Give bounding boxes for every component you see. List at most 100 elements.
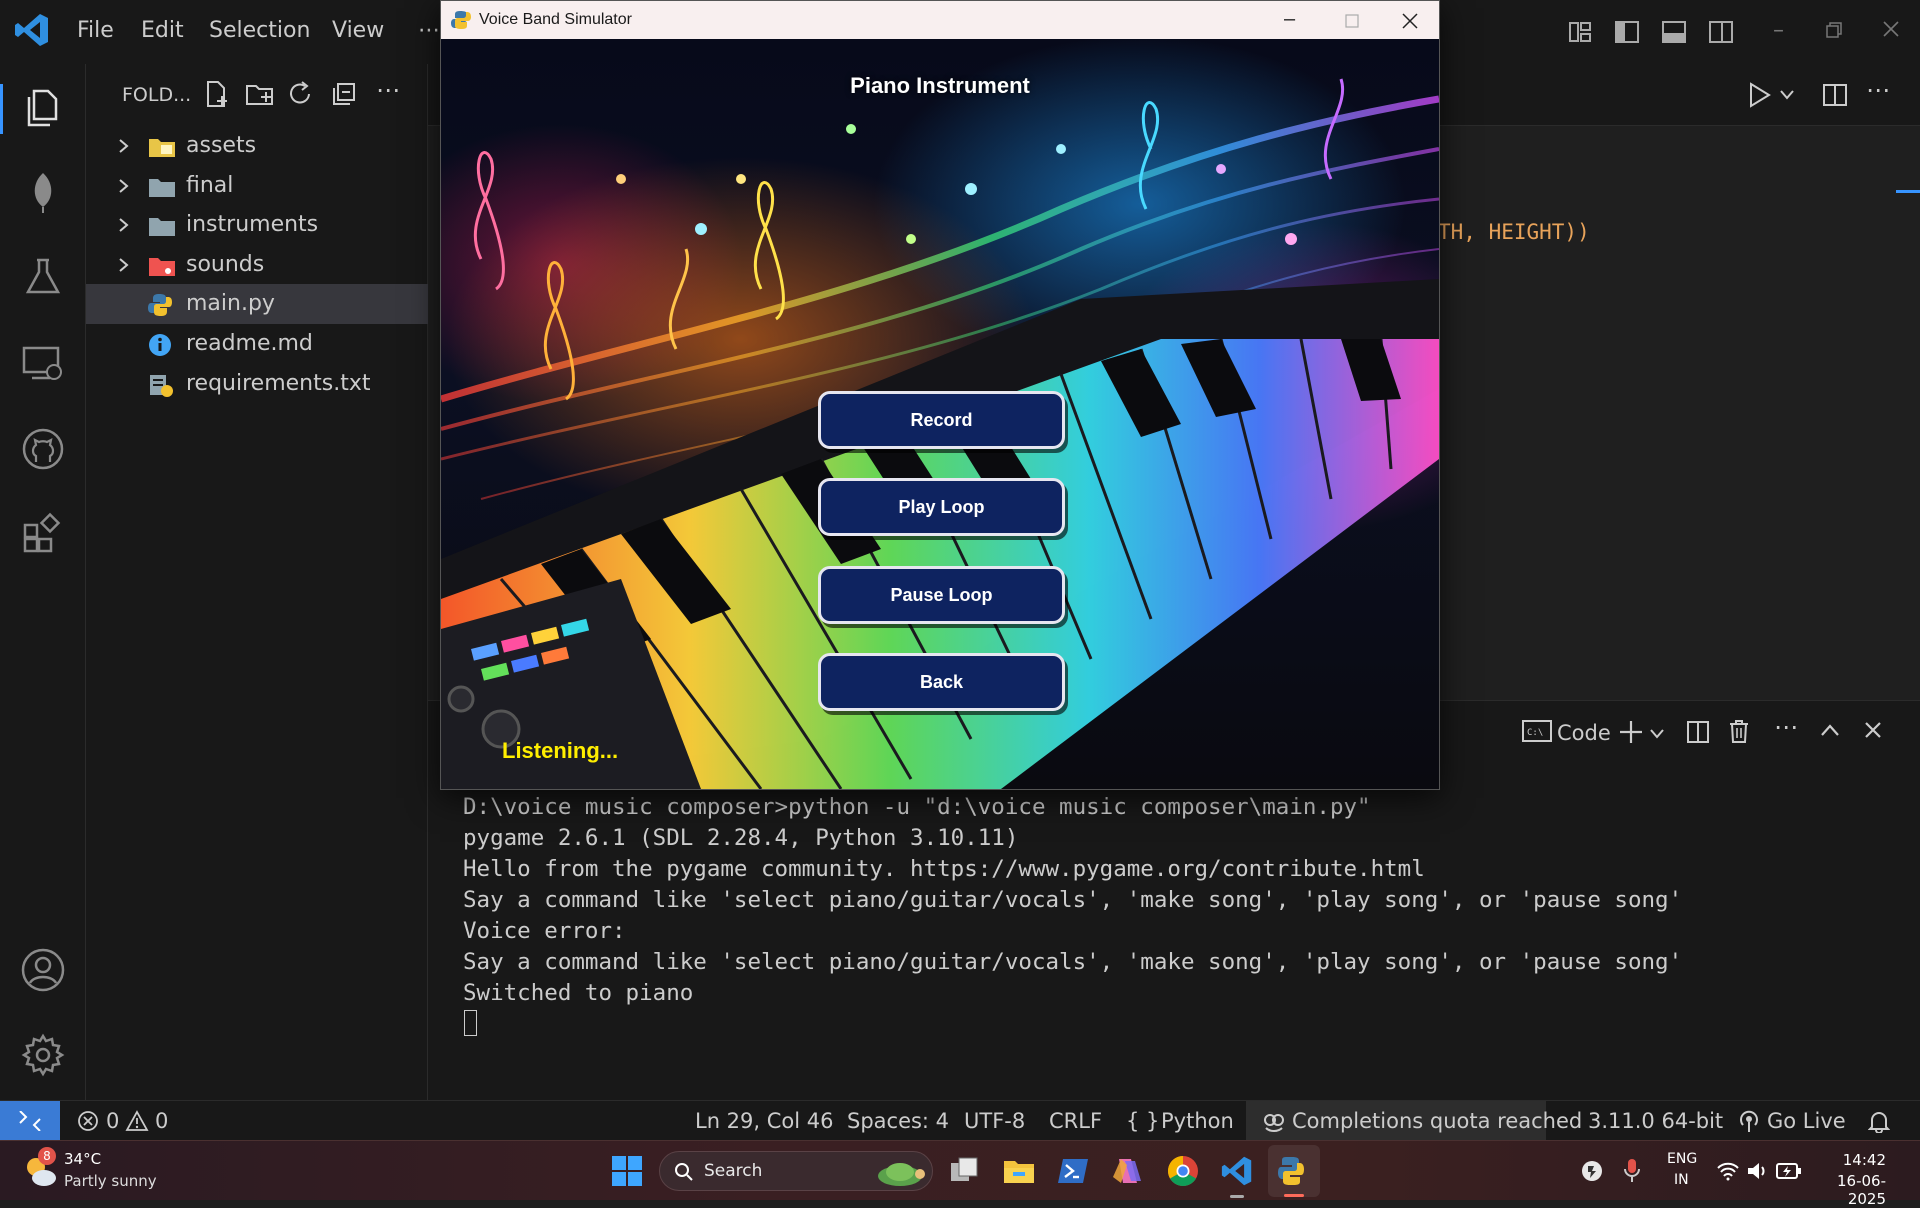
- pygame-window[interactable]: Voice Band Simulator – Piano Instrument …: [440, 0, 1440, 790]
- windows-start-icon[interactable]: [611, 1155, 643, 1187]
- tree-item-final[interactable]: final: [86, 166, 428, 206]
- microphone-icon[interactable]: [1622, 1157, 1642, 1185]
- collapse-all-icon[interactable]: [332, 82, 356, 106]
- restore-icon[interactable]: [1826, 22, 1842, 38]
- warnings-icon[interactable]: [125, 1110, 149, 1132]
- menu-edit[interactable]: Edit: [141, 18, 184, 43]
- explorer-more-icon[interactable]: ⋯: [376, 76, 400, 104]
- menu-file[interactable]: File: [77, 18, 114, 43]
- clock-date[interactable]: 16-06-2025: [1810, 1172, 1886, 1208]
- leaf-extension-icon[interactable]: [20, 169, 66, 215]
- customize-layout-icon[interactable]: [1568, 20, 1592, 44]
- vscode-taskbar-icon[interactable]: [1221, 1155, 1253, 1187]
- minimize-icon[interactable]: –: [1773, 18, 1784, 43]
- kill-terminal-trash-icon[interactable]: [1728, 718, 1750, 744]
- terminal-more-icon[interactable]: ⋯: [1774, 713, 1798, 741]
- weather-temp[interactable]: 34°C: [64, 1150, 101, 1168]
- remote-explorer-icon[interactable]: [20, 340, 66, 386]
- back-button[interactable]: Back: [818, 653, 1065, 711]
- menu-more[interactable]: ⋯: [418, 18, 440, 43]
- pygame-close-icon[interactable]: [1402, 13, 1418, 29]
- end-of-line[interactable]: CRLF: [1049, 1109, 1102, 1133]
- language-bottom[interactable]: IN: [1674, 1172, 1689, 1188]
- system-tray-app-icon[interactable]: [1580, 1159, 1604, 1183]
- powershell-icon[interactable]: [1057, 1155, 1089, 1187]
- extensions-icon[interactable]: [20, 511, 66, 557]
- split-editor-icon[interactable]: [1822, 83, 1848, 107]
- run-python-icon[interactable]: [1748, 82, 1772, 108]
- tree-label: readme.md: [186, 331, 313, 356]
- maximize-panel-chevron-up-icon[interactable]: [1820, 723, 1840, 737]
- terminal-profile-label[interactable]: Code: [1557, 721, 1611, 745]
- new-folder-icon[interactable]: [245, 80, 275, 108]
- tree-item-assets[interactable]: assets: [86, 126, 428, 166]
- menu-selection[interactable]: Selection: [209, 18, 310, 43]
- split-terminal-icon[interactable]: [1686, 720, 1710, 744]
- encoding[interactable]: UTF-8: [964, 1109, 1025, 1133]
- completions-status[interactable]: Completions quota reached: [1246, 1101, 1582, 1140]
- play-loop-button[interactable]: Play Loop: [818, 478, 1065, 536]
- editor-more-icon[interactable]: ⋯: [1866, 76, 1890, 104]
- terminal-dropdown-chevron-icon[interactable]: [1650, 729, 1664, 739]
- errors-count[interactable]: 0: [106, 1109, 119, 1133]
- new-terminal-plus-icon[interactable]: [1618, 719, 1644, 745]
- file-explorer-icon[interactable]: [1003, 1155, 1035, 1187]
- explorer-sidebar: FOLD... ⋯ assets final instruments sound…: [86, 64, 428, 1100]
- github-icon[interactable]: [20, 426, 66, 472]
- tree-item-main-py[interactable]: main.py: [86, 284, 428, 324]
- testing-flask-icon[interactable]: [20, 254, 66, 300]
- pygame-taskbar-button[interactable]: [1268, 1145, 1320, 1197]
- language-top[interactable]: ENG: [1667, 1151, 1697, 1167]
- code-fragment: TH, HEIGHT)): [1438, 220, 1590, 244]
- go-live-broadcast-icon[interactable]: [1738, 1109, 1760, 1133]
- volume-icon[interactable]: [1746, 1161, 1770, 1181]
- terminal-profile-icon[interactable]: C:\: [1522, 719, 1552, 743]
- pygame-minimize-icon[interactable]: –: [1284, 8, 1295, 31]
- tree-item-readme[interactable]: readme.md: [86, 324, 428, 364]
- toggle-panel-icon[interactable]: [1661, 20, 1687, 44]
- pause-loop-button[interactable]: Pause Loop: [818, 566, 1065, 624]
- pygame-canvas[interactable]: Piano Instrument Record Play Loop Pause …: [441, 39, 1439, 789]
- clock-time[interactable]: 14:42: [1826, 1151, 1886, 1169]
- record-button[interactable]: Record: [818, 391, 1065, 449]
- python-interpreter[interactable]: 3.11.0 64-bit: [1588, 1109, 1723, 1133]
- taskbar-search-box[interactable]: Search: [659, 1151, 933, 1191]
- pygame-window-title: Voice Band Simulator: [479, 11, 632, 28]
- running-indicator: [1230, 1195, 1244, 1198]
- remote-indicator[interactable]: [0, 1101, 60, 1140]
- tree-item-instruments[interactable]: instruments: [86, 205, 428, 245]
- cursor-position[interactable]: Ln 29, Col 46: [695, 1109, 834, 1133]
- copilot-icon[interactable]: [1111, 1155, 1143, 1187]
- explorer-title: FOLD...: [122, 84, 192, 106]
- pygame-maximize-icon[interactable]: [1345, 14, 1359, 28]
- language-mode[interactable]: Python: [1161, 1109, 1234, 1133]
- go-live-label[interactable]: Go Live: [1767, 1109, 1846, 1133]
- toggle-secondary-sidebar-icon[interactable]: [1708, 20, 1734, 44]
- close-panel-icon[interactable]: [1864, 721, 1882, 739]
- terminal-line: D:\voice music composer>python -u "d:\vo…: [463, 794, 1371, 820]
- instrument-heading: Piano Instrument: [850, 73, 1030, 98]
- notifications-bell-icon[interactable]: [1868, 1109, 1890, 1133]
- warnings-count[interactable]: 0: [155, 1109, 168, 1133]
- errors-icon[interactable]: [77, 1110, 99, 1132]
- refresh-icon[interactable]: [288, 80, 314, 108]
- new-file-icon[interactable]: [204, 80, 230, 108]
- weather-desc[interactable]: Partly sunny: [64, 1172, 157, 1190]
- wifi-icon[interactable]: [1716, 1161, 1740, 1181]
- close-window-icon[interactable]: [1882, 20, 1900, 38]
- folder-sounds-icon: [148, 255, 176, 277]
- tree-item-sounds[interactable]: sounds: [86, 245, 428, 285]
- toggle-primary-sidebar-icon[interactable]: [1614, 20, 1640, 44]
- tree-item-requirements[interactable]: requirements.txt: [86, 364, 428, 404]
- settings-gear-icon[interactable]: [20, 1032, 66, 1078]
- run-dropdown-chevron-icon[interactable]: [1780, 90, 1794, 100]
- explorer-icon[interactable]: [20, 85, 66, 131]
- chrome-icon[interactable]: [1167, 1155, 1199, 1187]
- pygame-title-bar[interactable]: Voice Band Simulator –: [441, 1, 1439, 39]
- menu-view[interactable]: View: [332, 18, 384, 43]
- active-indicator: [0, 84, 3, 134]
- task-view-icon[interactable]: [949, 1155, 981, 1187]
- battery-charging-icon[interactable]: [1776, 1162, 1802, 1180]
- accounts-icon[interactable]: [20, 947, 66, 993]
- indentation[interactable]: Spaces: 4: [847, 1109, 949, 1133]
